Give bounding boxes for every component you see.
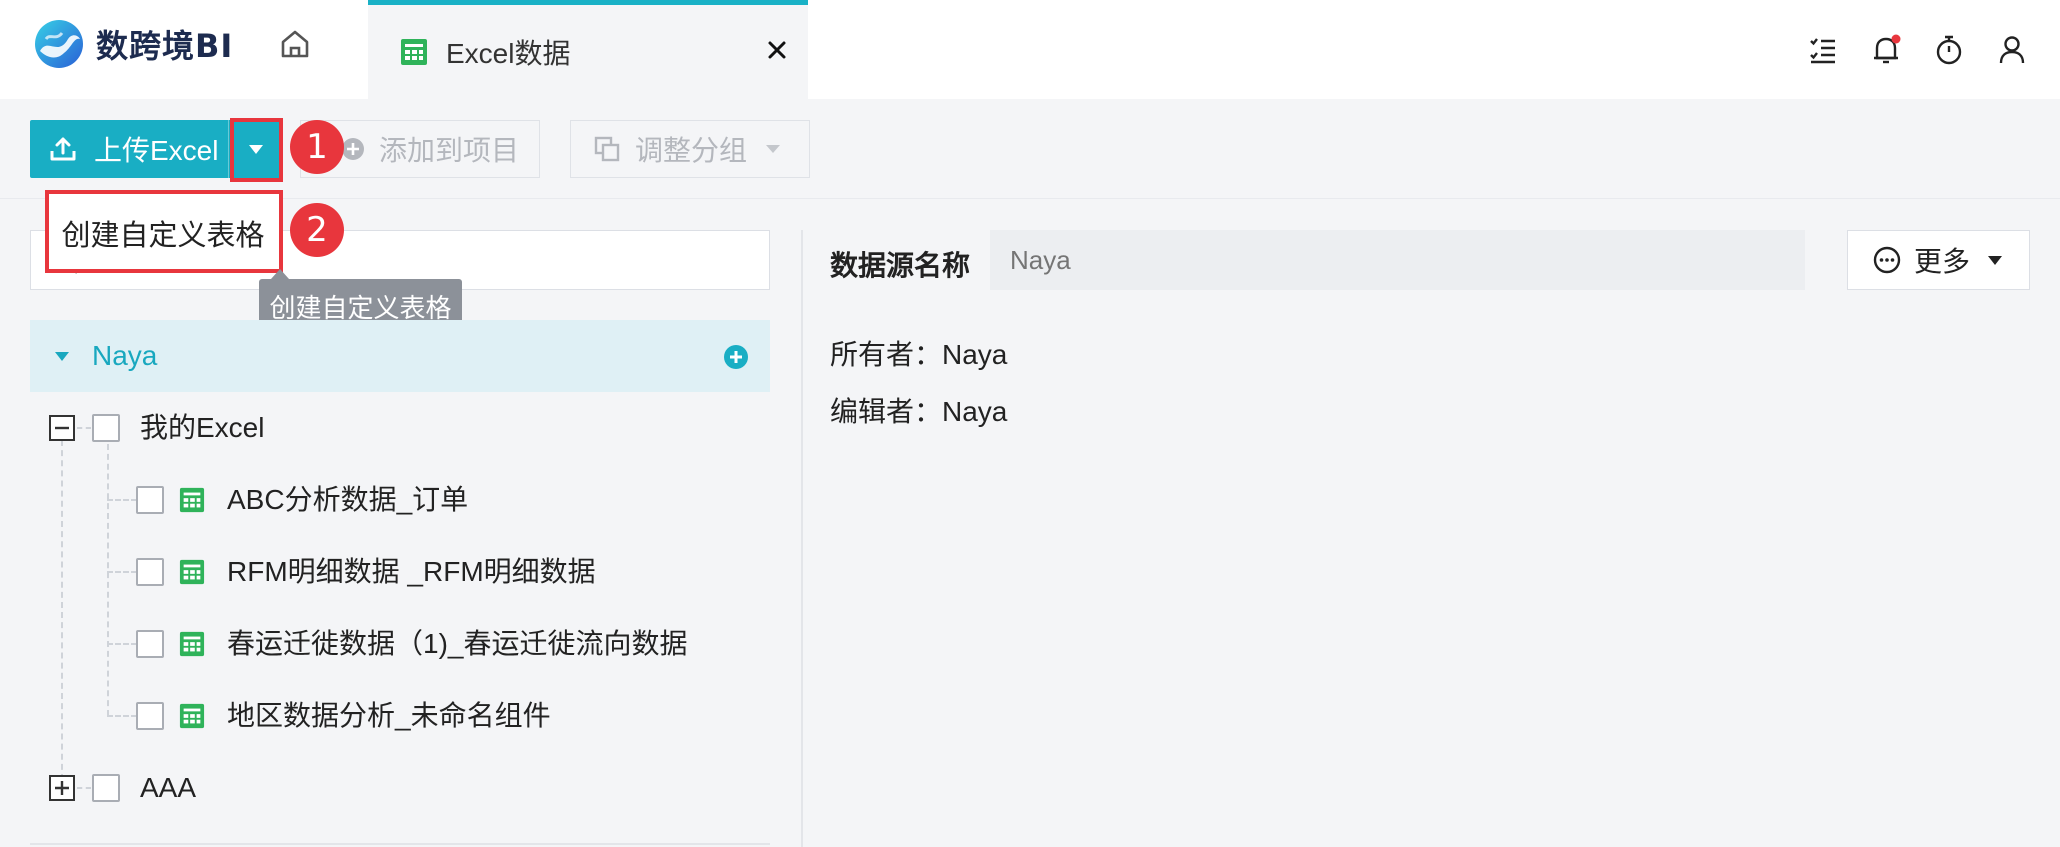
logo-text: 数跨境BI — [96, 27, 234, 65]
user-icon[interactable] — [1992, 30, 2032, 70]
callout-number-1: 1 — [290, 120, 344, 174]
callout-highlight-2 — [45, 190, 283, 273]
datasource-name-label: 数据源名称 — [830, 250, 971, 281]
tree-guide-line — [77, 427, 91, 429]
list-item[interactable]: RFM明细数据 _RFM明细数据 — [227, 554, 596, 590]
tree-guide-line — [107, 715, 137, 717]
group-row-naya[interactable]: Naya — [30, 320, 770, 392]
list-item[interactable]: 地区数据分析_未命名组件 — [227, 698, 551, 734]
copy-group-icon — [594, 136, 620, 162]
sheet-icon — [401, 39, 427, 65]
tree-guide-line — [107, 444, 109, 716]
close-icon[interactable] — [760, 33, 794, 67]
list-item[interactable]: 春运迁徙数据（1)_春运迁徙流向数据 — [227, 626, 687, 662]
more-label: 更多 — [1914, 246, 1971, 277]
home-icon[interactable] — [276, 25, 314, 63]
tree-guide-line — [107, 571, 137, 573]
panel-divider — [801, 230, 803, 847]
item-checkbox[interactable] — [136, 630, 164, 658]
plus-circle-icon — [342, 138, 364, 160]
tab-excel-data[interactable]: Excel数据 — [368, 0, 808, 99]
adjust-group-button[interactable]: 调整分组 — [570, 120, 810, 178]
sheet-icon — [179, 703, 205, 729]
group-name: Naya — [92, 340, 158, 371]
caret-down-icon — [1988, 256, 2003, 265]
item-checkbox[interactable] — [136, 558, 164, 586]
plus-icon — [55, 781, 69, 795]
tab-label: Excel数据 — [446, 38, 571, 69]
expand-toggle[interactable] — [49, 775, 75, 801]
tree-guide-line — [107, 643, 137, 645]
tree-guide-line — [61, 440, 63, 780]
timer-icon[interactable] — [1929, 30, 1969, 70]
more-dots-icon — [1873, 246, 1901, 274]
folder-label[interactable]: AAA — [140, 770, 196, 806]
item-checkbox[interactable] — [136, 702, 164, 730]
item-checkbox[interactable] — [136, 486, 164, 514]
tree-guide-line — [77, 787, 91, 789]
top-bar: 数跨境BI Excel数据 — [0, 0, 2060, 99]
add-circle-icon[interactable] — [722, 343, 750, 371]
datasource-name-input[interactable] — [990, 230, 1805, 290]
caret-down-icon[interactable] — [52, 346, 72, 366]
sheet-icon — [179, 487, 205, 513]
folder-checkbox[interactable] — [92, 414, 120, 442]
logo-mark-icon — [35, 20, 83, 68]
folder-label[interactable]: 我的Excel — [140, 410, 264, 446]
sheet-icon — [179, 559, 205, 585]
caret-down-icon — [766, 145, 781, 153]
task-list-icon[interactable] — [1803, 30, 1843, 70]
top-right-toolbar — [1803, 30, 2060, 70]
bell-icon[interactable] — [1866, 30, 1906, 70]
list-item[interactable]: ABC分析数据_订单 — [227, 482, 468, 518]
callout-highlight-1 — [230, 118, 283, 182]
add-to-project-label: 添加到项目 — [379, 135, 520, 166]
tree-guide-line — [107, 499, 137, 501]
minus-icon — [55, 426, 69, 430]
more-button[interactable]: 更多 — [1847, 230, 2030, 290]
editor-text: 编辑者：Naya — [830, 396, 1008, 427]
upload-icon — [50, 137, 76, 161]
adjust-group-label: 调整分组 — [635, 135, 748, 166]
upload-excel-label: 上传Excel — [94, 135, 219, 166]
folder-checkbox[interactable] — [92, 774, 120, 802]
callout-number-2: 2 — [290, 203, 344, 257]
app-logo[interactable]: 数跨境BI — [32, 14, 233, 74]
collapse-toggle[interactable] — [49, 415, 75, 441]
owner-text: 所有者：Naya — [830, 339, 1008, 370]
sheet-icon — [179, 631, 205, 657]
divider — [30, 843, 770, 845]
